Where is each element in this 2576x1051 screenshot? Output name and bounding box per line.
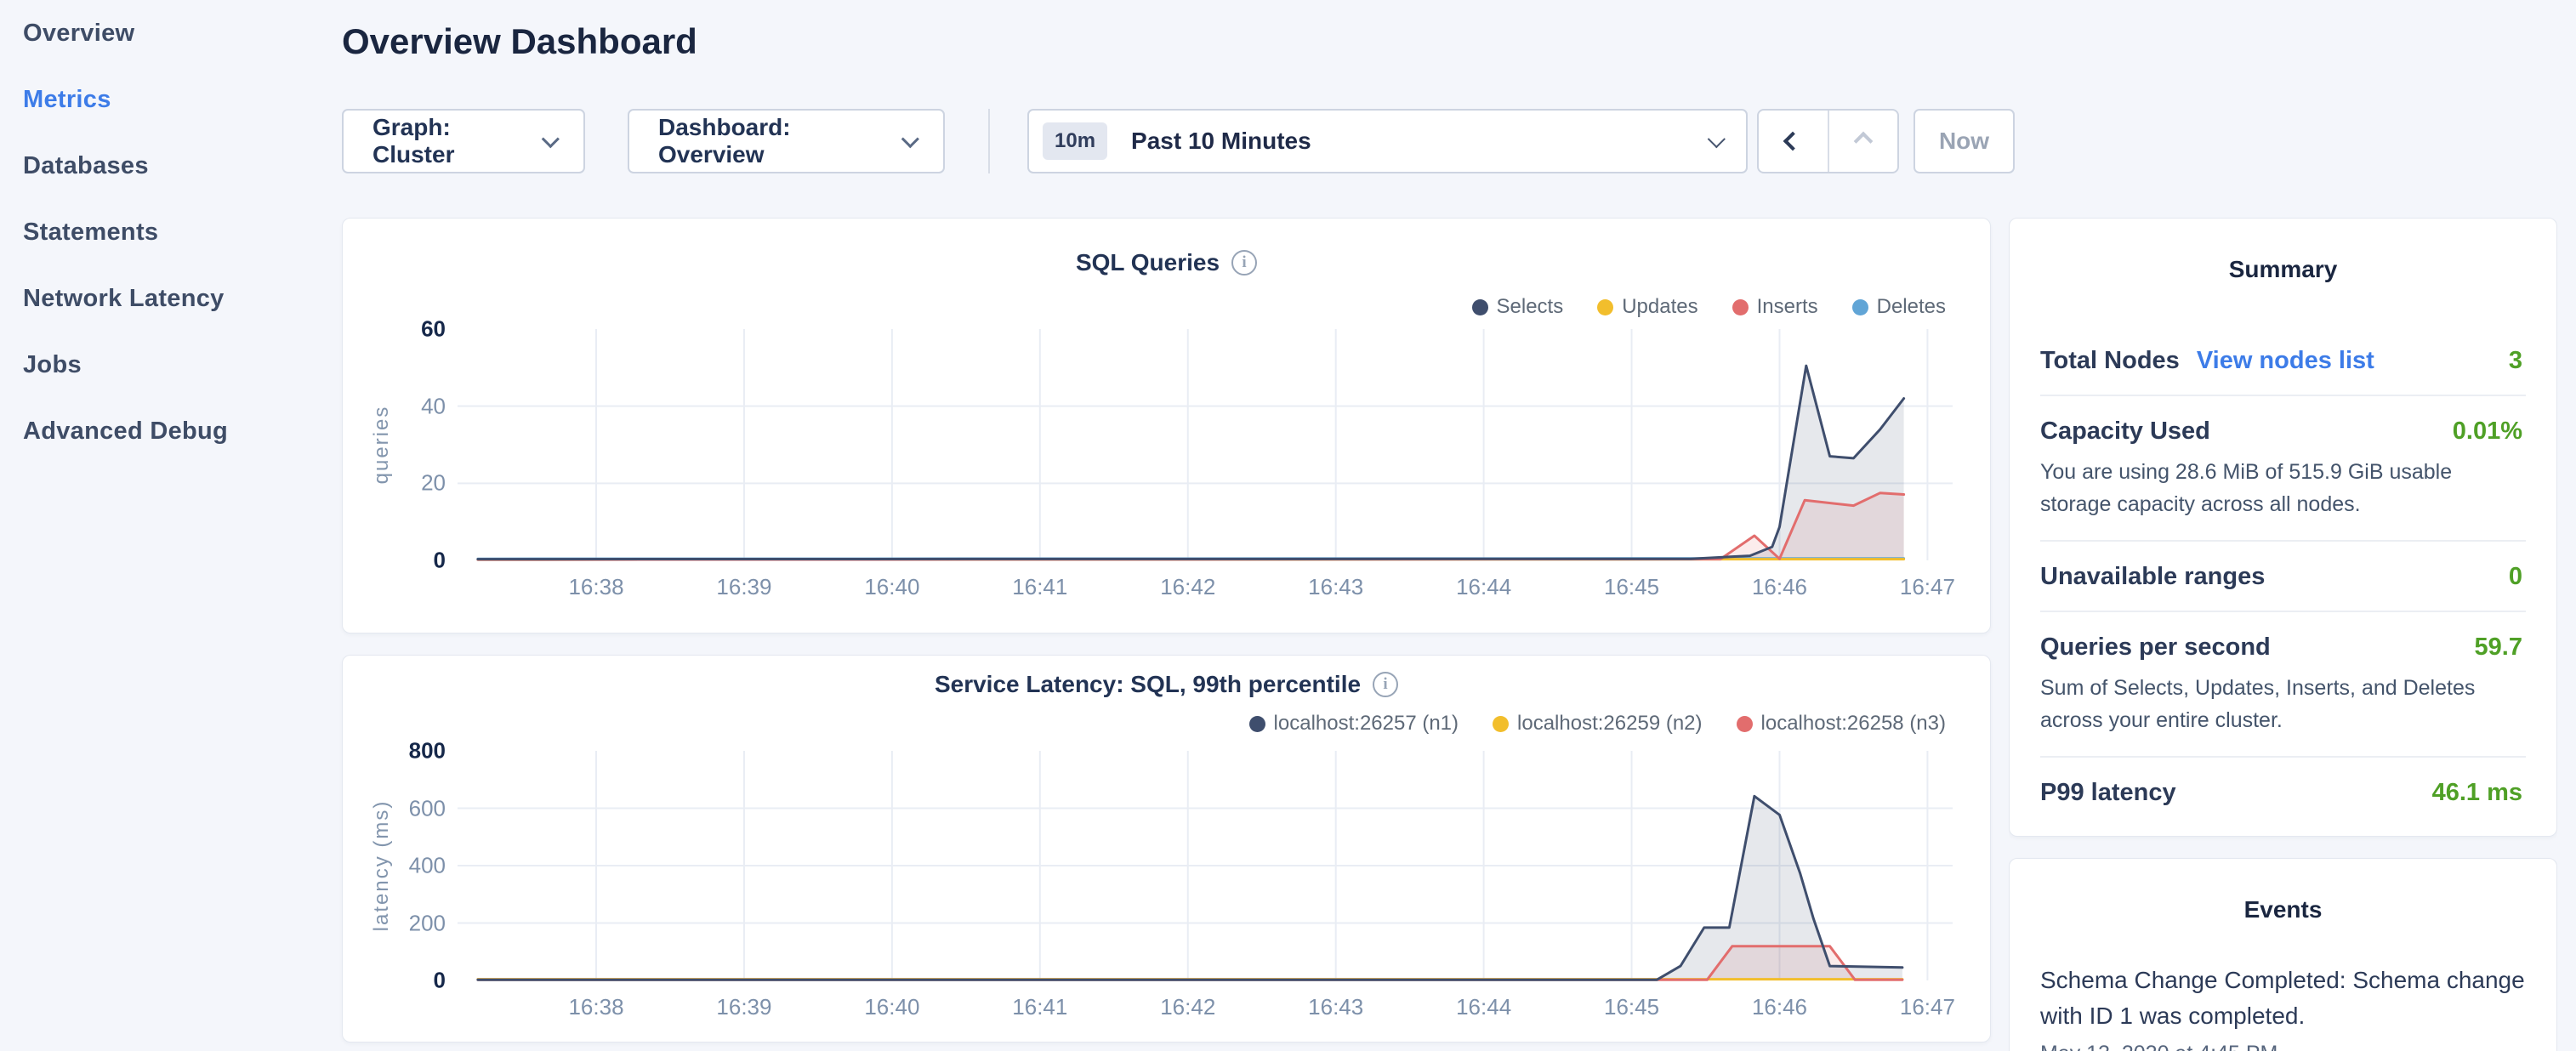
chart-plot-area[interactable]: 0 20 40 60 queries 16:38 16:39 16:40 16:41 16:42 1… <box>343 219 1990 633</box>
dashboard-content: SQL Queries i SelectsUpdatesInsertsDelet… <box>342 218 2576 1051</box>
events-panel: Events Schema Change Completed: Schema c… <box>2009 858 2557 1051</box>
queries-per-second-label: Queries per second <box>2040 633 2271 662</box>
now-button[interactable]: Now <box>1914 109 2015 173</box>
x-axis-tick-label: 16:42 <box>1160 574 1215 600</box>
chevron-down-icon <box>1708 130 1726 148</box>
x-axis-tick-label: 16:43 <box>1308 574 1363 600</box>
toolbar-divider <box>988 109 990 173</box>
x-axis-tick-label: 16:42 <box>1160 994 1215 1020</box>
chevron-right-icon <box>1853 132 1873 151</box>
capacity-used-description: You are using 28.6 MiB of 515.9 GiB usab… <box>2040 456 2516 520</box>
main-content: Overview Dashboard Graph: Cluster Dashbo… <box>342 0 2576 1051</box>
chevron-down-icon <box>542 130 560 148</box>
chart-plot-area[interactable]: 0 200 400 600 800 latency (ms) 16:38 16:39 16:40… <box>343 656 1990 1042</box>
x-axis-tick-label: 16:41 <box>1012 574 1067 600</box>
capacity-used-value: 0.01% <box>2453 418 2526 446</box>
queries-per-second-description: Sum of Selects, Updates, Inserts, and De… <box>2040 672 2516 736</box>
queries-per-second-value: 59.7 <box>2475 633 2526 662</box>
toolbar: Graph: Cluster Dashboard: Overview 10m P… <box>342 109 2576 173</box>
x-axis-tick-label: 16:47 <box>1900 574 1955 600</box>
service-latency-chart-card: Service Latency: SQL, 99th percentile i … <box>342 655 1991 1042</box>
x-axis-tick-label: 16:38 <box>568 574 623 600</box>
event-timestamp: May 13, 2020 at 4:45 PM <box>2040 1042 2526 1051</box>
graph-scope-label: Graph: Cluster <box>372 114 526 168</box>
sidebar-item-network-latency[interactable]: Network Latency <box>23 265 342 332</box>
dashboard-label: Dashboard: Overview <box>658 114 886 168</box>
x-axis-tick-label: 16:45 <box>1604 574 1659 600</box>
total-nodes-value: 3 <box>2509 347 2526 375</box>
x-axis-tick-label: 16:44 <box>1456 574 1511 600</box>
summary-row-total-nodes: Total Nodes View nodes list 3 <box>2040 326 2526 395</box>
time-range-label: Past 10 Minutes <box>1131 128 1311 155</box>
x-axis-tick-label: 16:46 <box>1752 994 1807 1020</box>
next-range-button[interactable] <box>1828 111 1898 172</box>
y-axis-tick-label: 20 <box>421 470 446 497</box>
unavailable-ranges-value: 0 <box>2509 563 2526 591</box>
x-axis-tick-label: 16:38 <box>568 994 623 1020</box>
x-axis-tick-label: 16:44 <box>1456 994 1511 1020</box>
events-header: Events <box>2040 859 2526 923</box>
x-axis-tick-label: 16:40 <box>864 994 919 1020</box>
x-axis-tick-label: 16:46 <box>1752 574 1807 600</box>
graph-scope-dropdown[interactable]: Graph: Cluster <box>342 109 585 173</box>
x-axis-tick-label: 16:47 <box>1900 994 1955 1020</box>
sidebar-item-databases[interactable]: Databases <box>23 133 342 199</box>
y-axis-tick-label: 600 <box>409 795 446 821</box>
sidebar-item-statements[interactable]: Statements <box>23 199 342 265</box>
x-axis-tick-label: 16:43 <box>1308 994 1363 1020</box>
y-axis-tick-label: 200 <box>409 910 446 936</box>
time-range-dropdown[interactable]: 10m Past 10 Minutes <box>1027 109 1748 173</box>
right-column: Summary Total Nodes View nodes list 3 Ca… <box>2009 218 2557 1051</box>
chart-canvas <box>343 219 1992 634</box>
summary-header: Summary <box>2040 219 2526 283</box>
capacity-used-label: Capacity Used <box>2040 418 2210 446</box>
summary-row-capacity: Capacity Used 0.01% You are using 28.6 M… <box>2040 396 2526 540</box>
sidebar-nav: OverviewMetricsDatabasesStatementsNetwor… <box>0 0 342 1051</box>
time-step-buttons <box>1757 109 1899 173</box>
y-axis-tick-label: 0 <box>434 548 446 574</box>
sidebar-item-metrics[interactable]: Metrics <box>23 66 342 133</box>
sidebar-item-jobs[interactable]: Jobs <box>23 332 342 398</box>
x-axis-tick-label: 16:41 <box>1012 994 1067 1020</box>
y-axis-unit-label: queries <box>370 406 394 485</box>
summary-row-qps: Queries per second 59.7 Sum of Selects, … <box>2040 612 2526 756</box>
x-axis-tick-label: 16:39 <box>716 574 771 600</box>
view-nodes-list-link[interactable]: View nodes list <box>2197 347 2374 375</box>
app-root: OverviewMetricsDatabasesStatementsNetwor… <box>0 0 2576 1051</box>
y-axis-tick-label: 400 <box>409 853 446 879</box>
page-title: Overview Dashboard <box>342 20 2576 63</box>
summary-row-unavailable-ranges: Unavailable ranges 0 <box>2040 542 2526 611</box>
x-axis-tick-label: 16:40 <box>864 574 919 600</box>
chart-canvas <box>343 656 1992 1043</box>
y-axis-tick-label: 800 <box>409 738 446 764</box>
y-axis-tick-label: 40 <box>421 393 446 419</box>
p99-latency-value: 46.1 ms <box>2432 779 2526 807</box>
total-nodes-label: Total Nodes <box>2040 347 2180 375</box>
x-axis-tick-label: 16:39 <box>716 994 771 1020</box>
y-axis-tick-label: 0 <box>434 968 446 994</box>
prev-range-button[interactable] <box>1759 111 1828 172</box>
time-range-badge: 10m <box>1043 122 1107 160</box>
dashboard-dropdown[interactable]: Dashboard: Overview <box>628 109 945 173</box>
summary-panel: Summary Total Nodes View nodes list 3 Ca… <box>2009 218 2557 837</box>
chevron-left-icon <box>1783 132 1803 151</box>
summary-row-p99: P99 latency 46.1 ms <box>2040 758 2526 827</box>
p99-latency-label: P99 latency <box>2040 779 2176 807</box>
y-axis-unit-label: latency (ms) <box>370 800 394 932</box>
y-axis-tick-label: 60 <box>421 316 446 343</box>
chevron-down-icon <box>901 130 919 148</box>
charts-column: SQL Queries i SelectsUpdatesInsertsDelet… <box>342 218 1991 1051</box>
unavailable-ranges-label: Unavailable ranges <box>2040 563 2265 591</box>
sidebar-item-advanced-debug[interactable]: Advanced Debug <box>23 398 342 464</box>
event-list-item: Schema Change Completed: Schema change w… <box>2040 963 2526 1051</box>
sql-queries-chart-card: SQL Queries i SelectsUpdatesInsertsDelet… <box>342 218 1991 633</box>
sidebar-item-overview[interactable]: Overview <box>23 0 342 66</box>
x-axis-tick-label: 16:45 <box>1604 994 1659 1020</box>
event-text: Schema Change Completed: Schema change w… <box>2040 963 2526 1034</box>
